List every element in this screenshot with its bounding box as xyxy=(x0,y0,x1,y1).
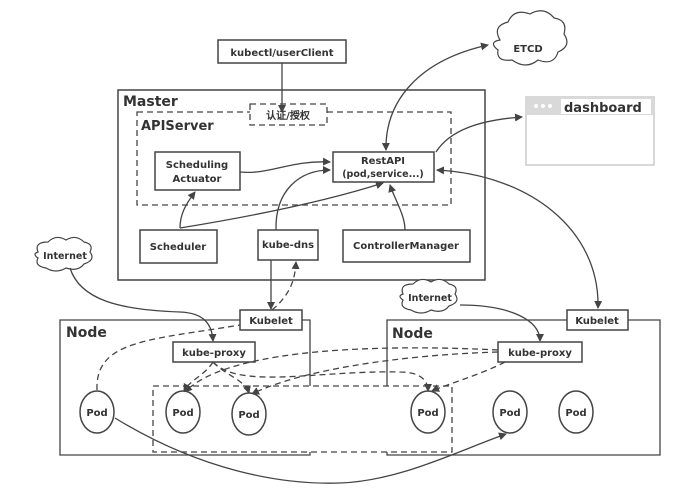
scheduling-actuator-label-2: Actuator xyxy=(173,174,222,185)
window-dot-icon xyxy=(541,104,545,108)
node-left-title: Node xyxy=(66,325,107,341)
window-dot-icon xyxy=(548,104,552,108)
internet-label-right: Internet xyxy=(408,293,452,304)
pod: Pod xyxy=(231,392,267,436)
kubernetes-architecture-diagram: Node Node Master APIServer 认证/授权 Schedul… xyxy=(34,10,661,484)
kubectl-label: kubectl/userClient xyxy=(230,48,333,59)
master-title: Master xyxy=(123,94,178,110)
restapi-label: RestAPI xyxy=(361,156,405,167)
internet-cloud-icon-right: Internet xyxy=(399,278,458,314)
svg-text:Pod: Pod xyxy=(86,408,107,419)
scheduling-actuator-label-1: Scheduling xyxy=(166,160,228,171)
window-dot-icon xyxy=(534,104,538,108)
pod: Pod xyxy=(410,390,446,434)
svg-text:Pod: Pod xyxy=(499,408,520,419)
kube-dns-label: kube-dns xyxy=(262,240,314,251)
pod: Pod xyxy=(165,390,201,434)
internet-cloud-icon-left: Internet xyxy=(34,236,93,272)
svg-text:Pod: Pod xyxy=(417,408,438,419)
pod: Pod xyxy=(79,390,115,434)
pod: Pod xyxy=(492,390,528,434)
restapi-sublabel: (pod,service...) xyxy=(342,169,424,180)
auth-label: 认证/授权 xyxy=(266,109,311,122)
dashboard-label: dashboard xyxy=(564,101,642,116)
svg-text:Pod: Pod xyxy=(238,410,259,421)
controller-manager-label: ControllerManager xyxy=(353,241,459,252)
scheduler-label: Scheduler xyxy=(150,242,207,253)
kubelet-right-label: Kubelet xyxy=(575,316,619,327)
etcd-cloud-icon xyxy=(492,10,568,66)
apiserver-title: APIServer xyxy=(141,119,214,134)
pod: Pod xyxy=(558,390,594,434)
kube-proxy-left-label: kube-proxy xyxy=(182,348,246,359)
kubelet-left-label: Kubelet xyxy=(249,316,293,327)
internet-label-left: Internet xyxy=(43,251,87,262)
node-right-title: Node xyxy=(392,326,433,342)
svg-text:Pod: Pod xyxy=(172,408,193,419)
svg-text:Pod: Pod xyxy=(565,408,586,419)
kube-proxy-right-label: kube-proxy xyxy=(508,348,572,359)
etcd-label: ETCD xyxy=(513,44,542,55)
dashboard-window: dashboard xyxy=(525,96,655,166)
